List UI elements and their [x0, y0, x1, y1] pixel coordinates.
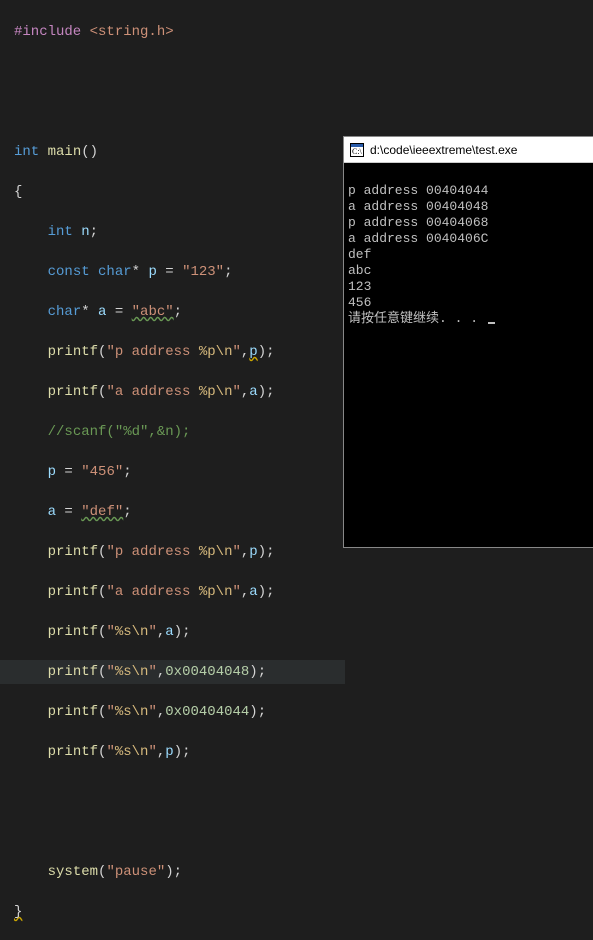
code-line: system("pause"); [14, 860, 585, 884]
code-line: printf("%s\n",0x00404044); [14, 700, 585, 724]
brace-close: } [14, 900, 585, 924]
svg-text:C:\: C:\ [352, 147, 363, 156]
console-line: 请按任意键继续. . . [348, 311, 486, 326]
preproc-token: #include [14, 24, 81, 40]
code-line: printf("%s\n",a); [14, 620, 585, 644]
console-line: p address 00404068 [348, 215, 488, 230]
console-titlebar[interactable]: C:\ d:\code\ieeextreme\test.exe [344, 137, 593, 163]
console-line: a address 0040406C [348, 231, 488, 246]
comment: //scanf("%d",&n); [48, 424, 191, 440]
include-header: <string.h> [90, 24, 174, 40]
console-cursor [488, 322, 495, 324]
code-line: #include <string.h> [14, 20, 585, 44]
code-line: printf("a address %p\n",a); [14, 580, 585, 604]
console-title: d:\code\ieeextreme\test.exe [370, 143, 517, 157]
console-output: p address 00404044 a address 00404048 p … [344, 163, 593, 347]
console-line: def [348, 247, 371, 262]
console-window[interactable]: C:\ d:\code\ieeextreme\test.exe p addres… [344, 137, 593, 547]
console-line: 123 [348, 279, 371, 294]
console-line: p address 00404044 [348, 183, 488, 198]
console-app-icon: C:\ [350, 143, 364, 157]
code-line: printf("%s\n",p); [14, 740, 585, 764]
console-line: 456 [348, 295, 371, 310]
console-line: a address 00404048 [348, 199, 488, 214]
code-line-active: printf("%s\n",0x00404048); [0, 660, 345, 684]
console-line: abc [348, 263, 371, 278]
